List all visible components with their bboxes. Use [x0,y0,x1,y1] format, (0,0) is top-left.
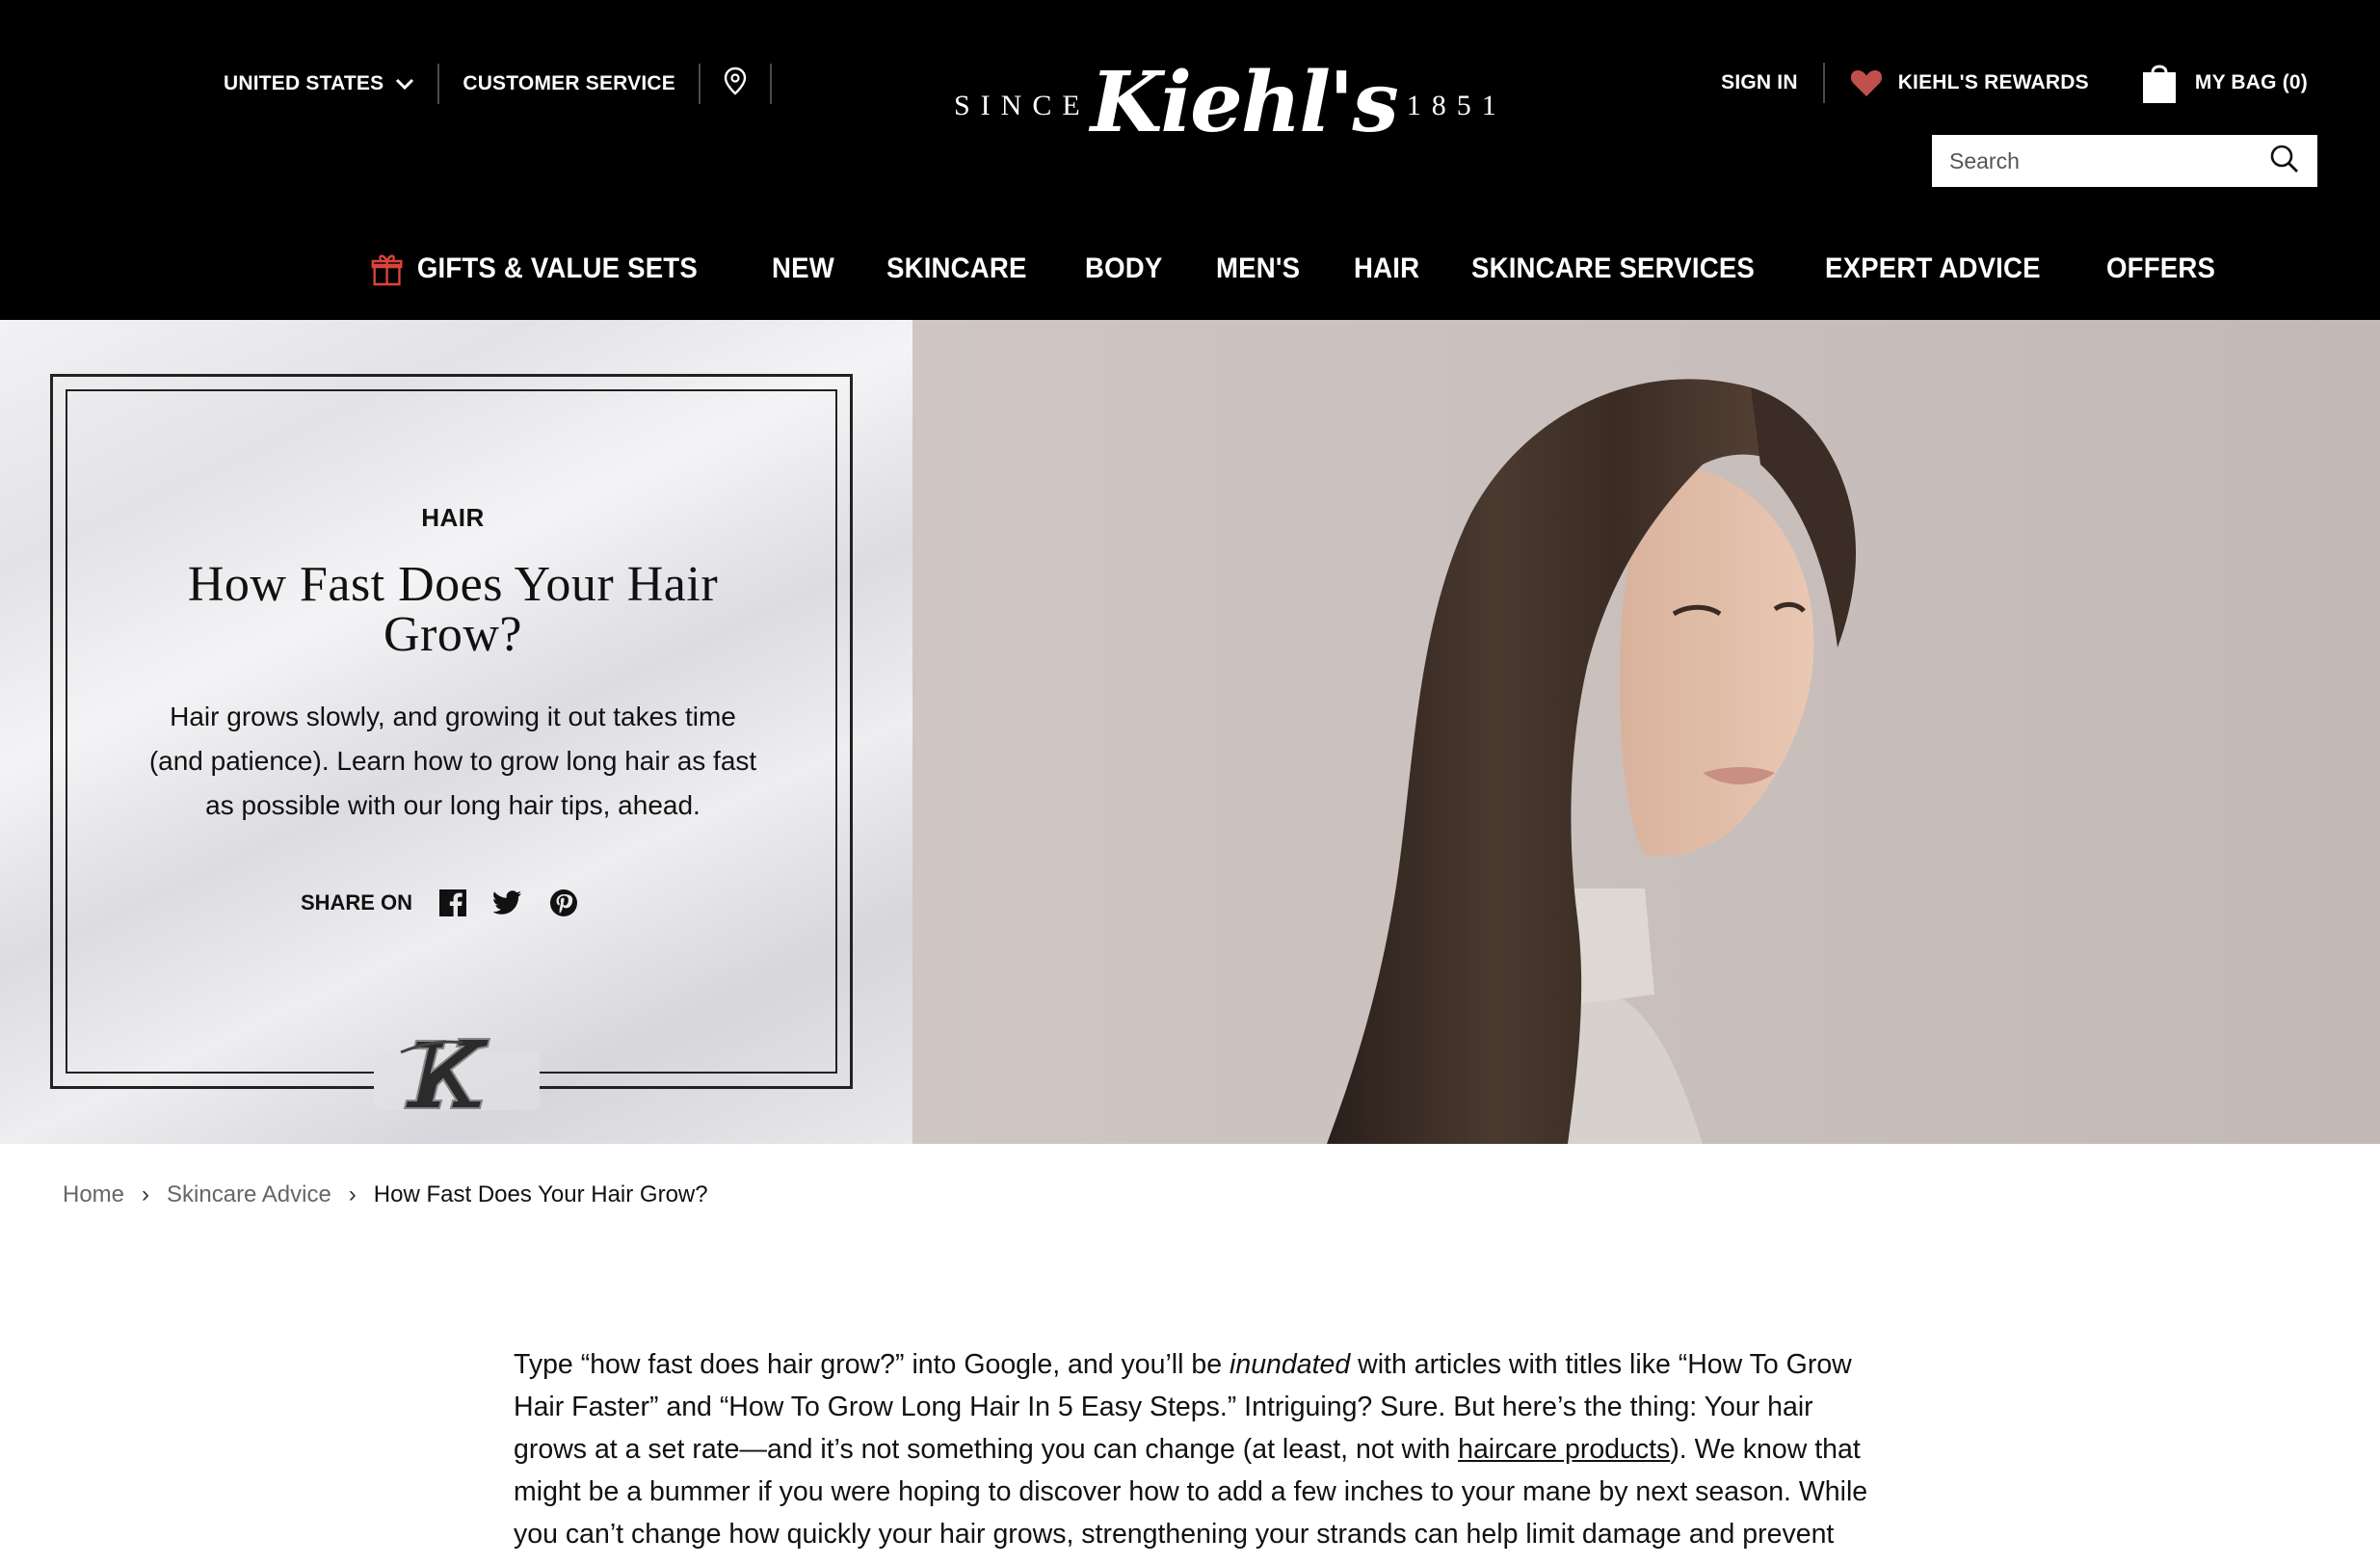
logo-year: 1851 [1406,90,1507,121]
breadcrumb-current: How Fast Does Your Hair Grow? [373,1181,708,1207]
nav-offers[interactable]: OFFERS [2106,252,2215,285]
customer-service-link[interactable]: CUSTOMER SERVICE [463,64,675,104]
facebook-icon[interactable] [439,889,467,916]
search-icon[interactable] [2269,144,2300,179]
heart-icon [1850,68,1883,97]
kiehls-k-emblem-icon [395,1023,511,1120]
nav-skincare[interactable]: SKINCARE [886,252,1027,285]
article-text: Type “how fast does hair grow?” into Goo… [514,1349,1230,1380]
article-body: Type “how fast does hair grow?” into Goo… [514,1343,1882,1565]
site-header: UNITED STATES CUSTOMER SERVICE SINCE Kie… [0,0,2380,320]
divider [1822,63,1825,103]
country-label: UNITED STATES [224,72,384,94]
divider [437,64,440,104]
search-box[interactable] [1932,135,2317,187]
search-input[interactable] [1949,147,2269,174]
article-emphasis: inundated [1230,1349,1351,1380]
kiehls-logo[interactable]: SINCE Kiehl's 1851 [954,48,1496,164]
breadcrumb-home[interactable]: Home [63,1181,124,1208]
my-bag-link[interactable]: MY BAG (0) [2141,63,2308,103]
logo-since: SINCE [954,90,1091,121]
nav-gifts-value-sets[interactable]: GIFTS & VALUE SETS [371,252,698,286]
divider [769,64,772,104]
rewards-link[interactable]: KIEHL'S REWARDS [1850,63,2089,103]
hero-text-panel: HAIR How Fast Does Your Hair Grow? Hair … [0,320,912,1144]
breadcrumb-separator-icon: › [348,1181,357,1207]
store-locator-link[interactable] [724,64,747,104]
nav-new[interactable]: NEW [772,252,834,285]
haircare-products-link[interactable]: haircare products [1458,1434,1670,1465]
article-hero: HAIR How Fast Does Your Hair Grow? Hair … [0,320,2380,1144]
nav-hair[interactable]: HAIR [1354,252,1419,285]
divider [698,64,701,104]
nav-body[interactable]: BODY [1085,252,1162,285]
breadcrumb: Home › Skincare Advice › How Fast Does Y… [63,1178,708,1212]
utility-nav-right: SIGN IN KIEHL'S REWARDS MY BAG (0) [1721,60,2308,106]
main-nav: GIFTS & VALUE SETS NEW SKINCARE BODY MEN… [371,243,2270,295]
hero-photo [912,320,2380,1144]
share-label: SHARE ON [300,890,413,915]
article-paragraph: Type “how fast does hair grow?” into Goo… [514,1343,1882,1565]
hero-copy: HAIR How Fast Does Your Hair Grow? Hair … [145,503,761,828]
nav-expert-advice[interactable]: EXPERT ADVICE [1825,252,2041,285]
utility-nav-left: UNITED STATES CUSTOMER SERVICE [224,64,795,104]
chevron-down-icon [395,78,414,90]
logo-brand: Kiehl's [1090,53,1399,151]
nav-skincare-services[interactable]: SKINCARE SERVICES [1471,252,1755,285]
article-title: How Fast Does Your Hair Grow? [187,557,719,662]
bag-label: MY BAG (0) [2194,71,2308,93]
location-pin-icon [724,66,747,101]
share-bar: SHARE ON [0,889,906,917]
breadcrumb-separator-icon: › [142,1181,150,1207]
sign-in-link[interactable]: SIGN IN [1721,63,1798,103]
nav-mens[interactable]: MEN'S [1216,252,1300,285]
hero-photo-woman-long-hair [912,320,2380,1144]
breadcrumb-skincare-advice[interactable]: Skincare Advice [167,1181,331,1208]
article-category[interactable]: HAIR [145,503,761,533]
article-summary: Hair grows slowly, and growing it out ta… [148,702,757,820]
gift-icon [371,252,403,286]
divider [2114,63,2116,103]
pinterest-icon[interactable] [549,889,578,917]
shopping-bag-icon [2141,61,2178,105]
rewards-label: KIEHL'S REWARDS [1897,71,2089,93]
nav-label: GIFTS & VALUE SETS [416,252,698,284]
twitter-icon[interactable] [493,890,522,915]
country-selector[interactable]: UNITED STATES [224,64,414,104]
